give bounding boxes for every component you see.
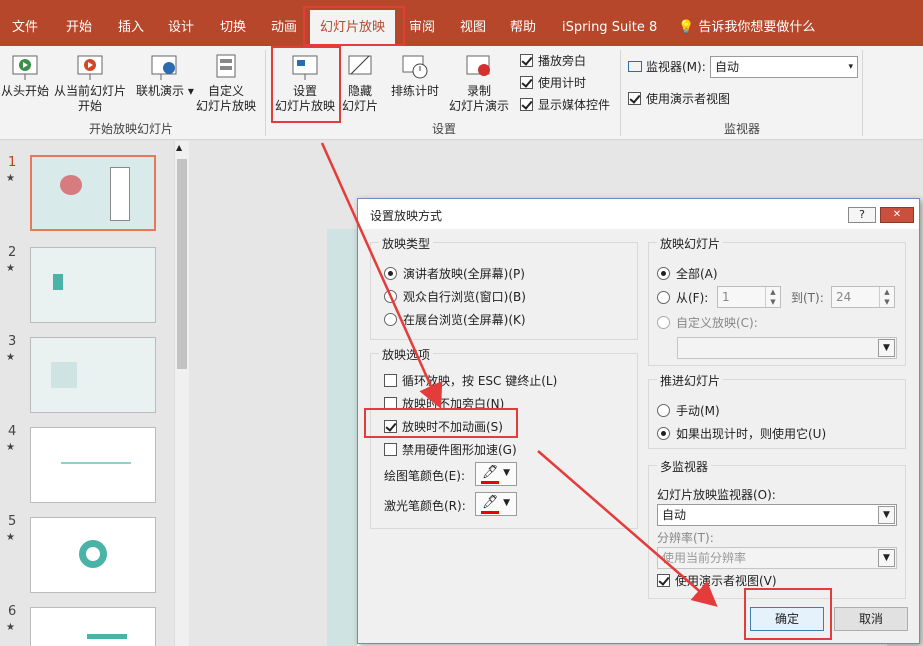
arrow-to-ok-button [537, 450, 718, 607]
arrow-to-no-animation [320, 142, 443, 409]
annotation-arrows [320, 142, 718, 607]
